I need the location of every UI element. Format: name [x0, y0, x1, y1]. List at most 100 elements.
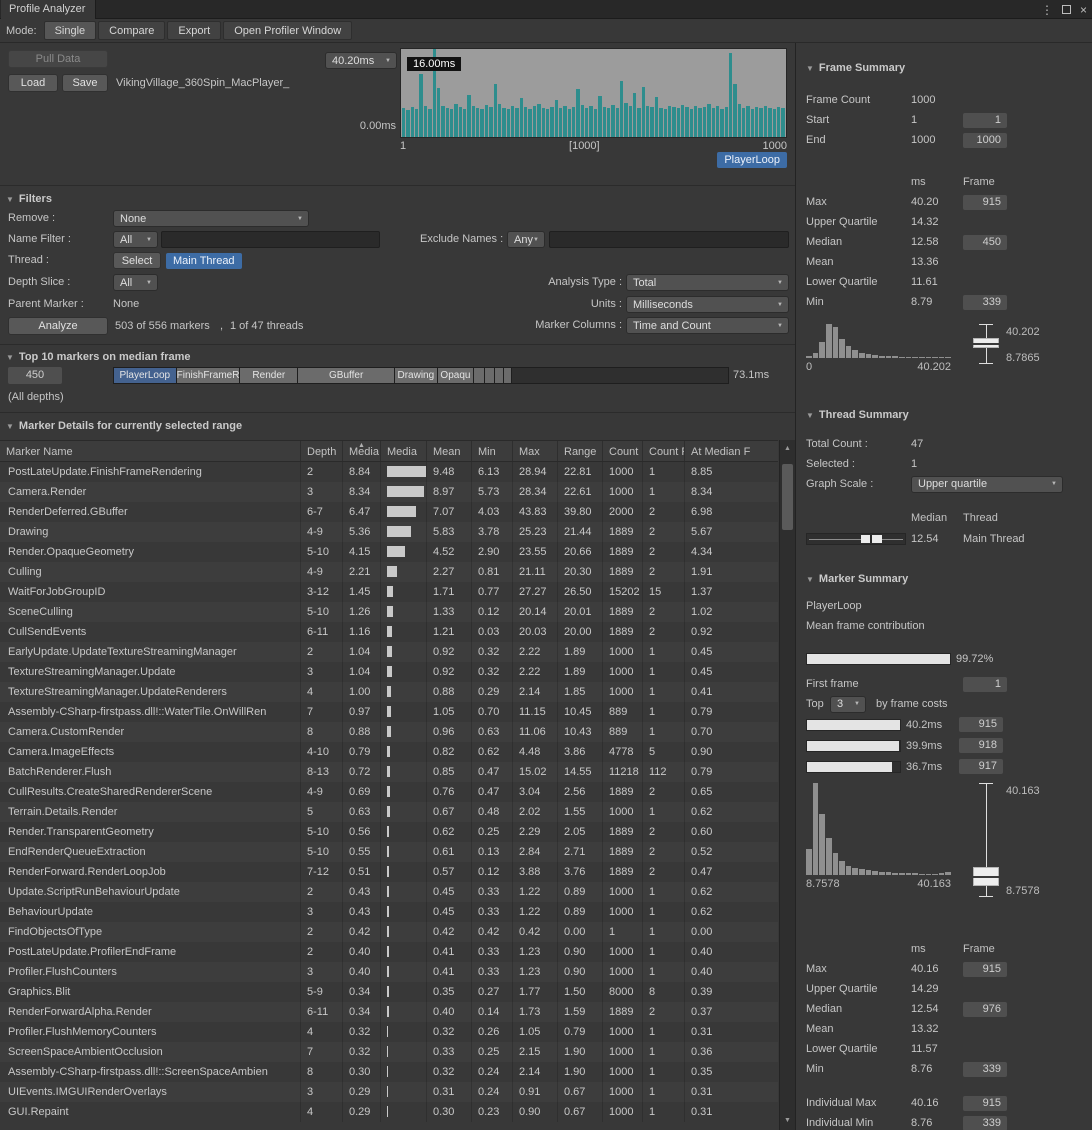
top10-segment[interactable]	[485, 368, 495, 383]
top10-segment[interactable]: Render	[240, 368, 298, 383]
frame-summary-header[interactable]: ▼ Frame Summary	[806, 59, 1092, 77]
panel-menu-icon[interactable]: ⋮	[1041, 3, 1053, 17]
top10-segment[interactable]: Drawing	[395, 368, 437, 383]
table-column-header[interactable]: Depth	[300, 441, 342, 461]
frame-badge[interactable]: 1	[963, 113, 1007, 128]
export-button[interactable]: Export	[167, 21, 221, 40]
frame-badge[interactable]: 450	[963, 235, 1007, 250]
table-row[interactable]: SceneCulling5-101.261.330.1220.1420.0118…	[0, 602, 778, 622]
frame-badge[interactable]: 339	[963, 1116, 1007, 1130]
close-icon[interactable]: ×	[1080, 3, 1087, 17]
open-profiler-window-button[interactable]: Open Profiler Window	[223, 21, 352, 40]
table-row[interactable]: Camera.CustomRender80.880.960.6311.0610.…	[0, 722, 778, 742]
table-row[interactable]: Update.ScriptRunBehaviourUpdate20.430.45…	[0, 882, 778, 902]
table-row[interactable]: Assembly-CSharp-firstpass.dll!::ScreenSp…	[0, 1062, 778, 1082]
mode-single-button[interactable]: Single	[44, 21, 97, 40]
table-column-header[interactable]: Marker Name	[0, 441, 300, 461]
frame-badge[interactable]: 976	[963, 1002, 1007, 1017]
table-row[interactable]: ScreenSpaceAmbientOcclusion70.320.330.25…	[0, 1042, 778, 1062]
table-row[interactable]: BatchRenderer.Flush8-130.720.850.4715.02…	[0, 762, 778, 782]
mode-compare-button[interactable]: Compare	[98, 21, 165, 40]
frame-badge[interactable]: 915	[963, 195, 1007, 210]
table-row[interactable]: Profiler.FlushCounters30.400.410.331.230…	[0, 962, 778, 982]
table-row[interactable]: Render.TransparentGeometry5-100.560.620.…	[0, 822, 778, 842]
frame-badge[interactable]: 1000	[963, 133, 1007, 148]
table-column-header[interactable]: Count Fra	[642, 441, 684, 461]
scroll-down-icon[interactable]: ▼	[780, 1114, 795, 1128]
selected-marker-chip[interactable]: PlayerLoop	[717, 152, 787, 168]
frame-badge[interactable]: 915	[963, 1096, 1007, 1111]
table-column-header[interactable]: Count	[602, 441, 642, 461]
top10-segment[interactable]: PlayerLoop	[114, 368, 177, 383]
table-row[interactable]: CullSendEvents6-111.161.210.0320.0320.00…	[0, 622, 778, 642]
exclude-names-dropdown[interactable]: Any	[507, 231, 545, 248]
thread-row[interactable]: 12.54 Main Thread	[806, 528, 1092, 550]
table-row[interactable]: PostLateUpdate.FinishFrameRendering28.84…	[0, 462, 778, 482]
name-filter-dropdown[interactable]: All	[113, 231, 158, 248]
table-column-header[interactable]: Min	[471, 441, 512, 461]
table-row[interactable]: TextureStreamingManager.UpdateRenderers4…	[0, 682, 778, 702]
details-section-header[interactable]: ▼ Marker Details for currently selected …	[6, 418, 242, 434]
marker-columns-dropdown[interactable]: Time and Count	[626, 317, 789, 334]
table-row[interactable]: RenderForward.RenderLoopJob7-120.510.570…	[0, 862, 778, 882]
thread-select-button[interactable]: Select	[113, 252, 161, 269]
table-column-header[interactable]: Range	[557, 441, 602, 461]
top-n-dropdown[interactable]: 3	[830, 696, 866, 713]
table-row[interactable]: Camera.Render38.348.975.7328.3422.611000…	[0, 482, 778, 502]
load-button[interactable]: Load	[8, 74, 58, 92]
table-row[interactable]: FindObjectsOfType20.420.420.420.420.0011…	[0, 922, 778, 942]
scroll-up-icon[interactable]: ▲	[780, 442, 795, 456]
top10-section-header[interactable]: ▼ Top 10 markers on median frame	[6, 349, 191, 365]
table-scrollbar[interactable]: ▲ ▼	[779, 440, 795, 1130]
table-row[interactable]: Graphics.Blit5-90.340.350.271.771.508000…	[0, 982, 778, 1002]
table-row[interactable]: EarlyUpdate.UpdateTextureStreamingManage…	[0, 642, 778, 662]
window-tab[interactable]: Profile Analyzer	[1, 0, 96, 19]
top10-segment[interactable]: FinishFrameR	[177, 368, 241, 383]
name-filter-input[interactable]	[161, 231, 380, 248]
frame-badge[interactable]: 339	[963, 1062, 1007, 1077]
frame-badge[interactable]: 918	[959, 738, 1003, 753]
table-row[interactable]: RenderDeferred.GBuffer6-76.477.074.0343.…	[0, 502, 778, 522]
table-row[interactable]: Drawing4-95.365.833.7825.2321.44188925.6…	[0, 522, 778, 542]
selected-thread-chip[interactable]: Main Thread	[166, 253, 242, 269]
table-column-header[interactable]: Max	[512, 441, 557, 461]
table-row[interactable]: GUI.Repaint40.290.300.230.900.67100010.3…	[0, 1102, 778, 1122]
marker-summary-header[interactable]: ▼ Marker Summary	[806, 570, 1092, 588]
table-row[interactable]: Culling4-92.212.270.8121.1120.30188921.9…	[0, 562, 778, 582]
table-row[interactable]: CullResults.CreateSharedRendererScene4-9…	[0, 782, 778, 802]
frame-badge[interactable]: 339	[963, 295, 1007, 310]
analysis-type-dropdown[interactable]: Total	[626, 274, 789, 291]
median-frame-badge[interactable]: 450	[8, 367, 62, 384]
save-button[interactable]: Save	[62, 74, 108, 92]
top10-segment[interactable]: Opaqu	[438, 368, 475, 383]
table-column-header[interactable]: ▲Media	[342, 441, 380, 461]
table-row[interactable]: TextureStreamingManager.Update31.040.920…	[0, 662, 778, 682]
frame-badge[interactable]: 1	[963, 677, 1007, 692]
table-row[interactable]: WaitForJobGroupID3-121.451.710.7727.2726…	[0, 582, 778, 602]
top10-segment[interactable]	[495, 368, 504, 383]
table-row[interactable]: Profiler.FlushMemoryCounters40.320.320.2…	[0, 1022, 778, 1042]
units-dropdown[interactable]: Milliseconds	[626, 296, 789, 313]
frame-histogram[interactable]	[806, 324, 951, 358]
table-column-header[interactable]: Media	[380, 441, 426, 461]
table-row[interactable]: Render.OpaqueGeometry5-104.154.522.9023.…	[0, 542, 778, 562]
top10-segment[interactable]: GBuffer	[298, 368, 395, 383]
frame-time-chart[interactable]: 16.00ms	[400, 48, 787, 138]
top10-segment[interactable]	[474, 368, 484, 383]
table-column-header[interactable]: At Median F	[684, 441, 778, 461]
thread-summary-header[interactable]: ▼ Thread Summary	[806, 406, 1092, 424]
maximize-icon[interactable]	[1062, 5, 1071, 14]
analyze-button[interactable]: Analyze	[8, 317, 108, 335]
y-axis-scale-dropdown[interactable]: 40.20ms	[325, 52, 397, 69]
table-column-header[interactable]: Mean	[426, 441, 471, 461]
marker-histogram[interactable]	[806, 783, 951, 875]
filters-section-header[interactable]: ▼ Filters	[6, 191, 52, 207]
frame-badge[interactable]: 917	[959, 759, 1003, 774]
frame-badge[interactable]: 915	[959, 717, 1003, 732]
table-row[interactable]: UIEvents.IMGUIRenderOverlays30.290.310.2…	[0, 1082, 778, 1102]
frame-badge[interactable]: 915	[963, 962, 1007, 977]
top10-segment[interactable]	[504, 368, 513, 383]
table-row[interactable]: BehaviourUpdate30.430.450.331.220.891000…	[0, 902, 778, 922]
table-row[interactable]: Terrain.Details.Render50.630.670.482.021…	[0, 802, 778, 822]
remove-filter-dropdown[interactable]: None	[113, 210, 309, 227]
